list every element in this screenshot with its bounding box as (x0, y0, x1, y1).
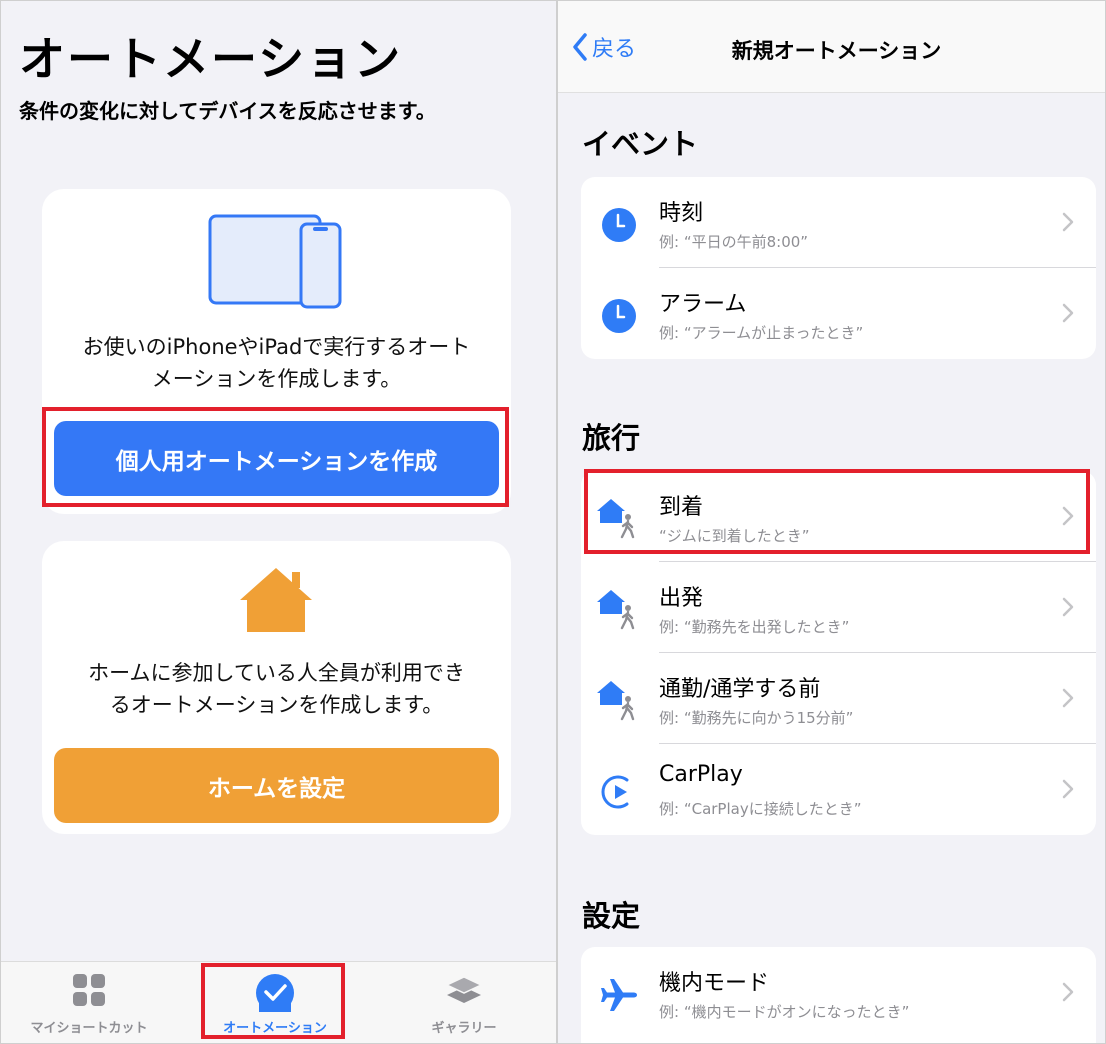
row-title: CarPlay (659, 762, 743, 787)
tab-my-shortcuts[interactable]: マイショートカット (4, 962, 174, 1043)
section-title-travel: 旅行 (582, 421, 641, 455)
checkmark-circle-icon (256, 974, 294, 1012)
row-title: 到着 (659, 495, 704, 520)
chevron-right-icon (1062, 982, 1074, 1002)
house-walker-icon (597, 590, 635, 630)
personal-automation-card: お使いのiPhoneやiPadで実行するオート メーションを作成します。 個人用… (42, 189, 511, 514)
tab-gallery[interactable]: ギャラリー (379, 962, 549, 1043)
create-personal-automation-button[interactable]: 個人用オートメーションを作成 (54, 421, 499, 496)
row-subtitle: “ジムに到着したとき” (659, 527, 810, 545)
chevron-right-icon (1062, 506, 1074, 526)
row-title: 出発 (659, 586, 704, 611)
row-arrival[interactable]: 到着 “ジムに到着したとき” (581, 471, 1096, 562)
tab-label: マイショートカット (30, 1021, 148, 1036)
clock-icon (602, 208, 636, 242)
home-automation-description: ホームに参加している人全員が利用でき るオートメーションを作成します。 (88, 661, 465, 717)
home-automation-card: ホームに参加している人全員が利用でき るオートメーションを作成します。 ホームを… (42, 541, 511, 834)
grid-icon (73, 974, 105, 1006)
nav-title: 新規オートメーション (731, 39, 942, 63)
page-title: オートメーション (19, 32, 403, 86)
chevron-right-icon (1062, 212, 1074, 232)
new-automation-screen: 戻る 新規オートメーション イベント 時刻 例: “平日の午前8:00” アラー… (557, 0, 1106, 1044)
row-subtitle: 例: “アラームが止まったとき” (659, 324, 864, 342)
row-subtitle: 例: “勤務先に向かう15分前” (659, 709, 854, 727)
row-title: 通勤/通学する前 (659, 677, 821, 702)
settings-group: 機内モード 例: “機内モードがオンになったとき” (581, 947, 1096, 1043)
automation-screen: オートメーション 条件の変化に対してデバイスを反応させます。 お使いのiPhon… (0, 0, 557, 1044)
travel-group: 到着 “ジムに到着したとき” 出発 例: “勤務先を出発したとき” 通勤/通学す… (581, 471, 1096, 835)
row-subtitle: 例: “平日の午前8:00” (659, 233, 809, 251)
page-subtitle: 条件の変化に対してデバイスを反応させます。 (19, 99, 436, 123)
row-airplane-mode[interactable]: 機内モード 例: “機内モードがオンになったとき” (581, 947, 1096, 1038)
row-time-of-day[interactable]: 時刻 例: “平日の午前8:00” (581, 177, 1096, 268)
house-walker-icon (597, 499, 635, 539)
ipad-iphone-icon (208, 214, 342, 309)
row-before-commute[interactable]: 通勤/通学する前 例: “勤務先に向かう15分前” (581, 653, 1096, 744)
row-title: アラーム (659, 292, 747, 317)
house-walker-icon (597, 681, 635, 721)
row-subtitle: 例: “CarPlayに接続したとき” (659, 800, 862, 818)
chevron-right-icon (1062, 688, 1074, 708)
tab-label: オートメーション (223, 1021, 327, 1036)
row-subtitle: 例: “勤務先を出発したとき” (659, 618, 850, 636)
airplane-icon (601, 979, 637, 1011)
navigation-bar: 戻る 新規オートメーション (558, 1, 1105, 93)
setup-home-button[interactable]: ホームを設定 (54, 748, 499, 823)
chevron-right-icon (1062, 597, 1074, 617)
tab-bar: マイショートカット オートメーション ギャラリー (1, 961, 556, 1043)
row-title: 時刻 (659, 201, 704, 226)
chevron-right-icon (1062, 779, 1074, 799)
row-subtitle: 例: “機内モードがオンになったとき” (659, 1003, 910, 1021)
house-icon (240, 568, 312, 632)
event-group: 時刻 例: “平日の午前8:00” アラーム 例: “アラームが止まったとき” (581, 177, 1096, 359)
row-alarm[interactable]: アラーム 例: “アラームが止まったとき” (581, 268, 1096, 359)
row-title: 機内モード (659, 971, 770, 996)
clock-icon (602, 299, 636, 333)
personal-automation-description: お使いのiPhoneやiPadで実行するオート メーションを作成します。 (82, 335, 471, 391)
tab-label: ギャラリー (431, 1021, 497, 1036)
row-carplay[interactable]: CarPlay 例: “CarPlayに接続したとき” (581, 744, 1096, 835)
section-title-event: イベント (582, 127, 699, 161)
row-departure[interactable]: 出発 例: “勤務先を出発したとき” (581, 562, 1096, 653)
carplay-icon (601, 775, 629, 809)
section-title-settings: 設定 (582, 899, 641, 933)
tab-automation[interactable]: オートメーション (190, 962, 360, 1043)
chevron-right-icon (1062, 303, 1074, 323)
layers-icon (446, 976, 482, 1003)
